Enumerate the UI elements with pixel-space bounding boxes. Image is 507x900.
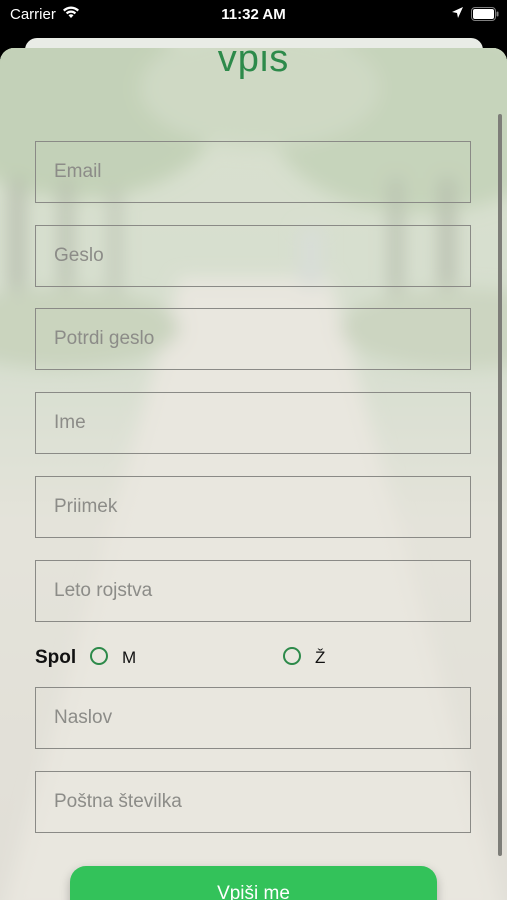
battery-icon — [471, 7, 499, 26]
postal-code-field[interactable] — [35, 771, 471, 833]
register-button[interactable]: Vpiši me — [70, 866, 437, 900]
email-input[interactable] — [36, 142, 470, 202]
gender-z-label: Ž — [315, 648, 326, 667]
registration-sheet: vpis Spol M Ž Vpiši me — [0, 48, 507, 900]
scrollbar[interactable] — [498, 114, 502, 856]
password-input[interactable] — [36, 226, 470, 286]
gender-selector: Spol M Ž — [35, 645, 471, 671]
email-field[interactable] — [35, 141, 471, 203]
password-field[interactable] — [35, 225, 471, 287]
confirm-password-input[interactable] — [36, 309, 470, 369]
last-name-field[interactable] — [35, 476, 471, 538]
confirm-password-field[interactable] — [35, 308, 471, 370]
form-title: vpis — [217, 48, 290, 80]
birth-year-input[interactable] — [36, 561, 470, 621]
location-arrow-icon — [451, 6, 464, 24]
first-name-input[interactable] — [36, 393, 470, 453]
address-input[interactable] — [36, 688, 470, 748]
gender-z-radio[interactable] — [283, 647, 301, 665]
status-bar: Carrier 11:32 AM — [0, 0, 507, 30]
birth-year-field[interactable] — [35, 560, 471, 622]
clock: 11:32 AM — [221, 6, 286, 23]
gender-m-label: M — [122, 648, 137, 667]
gender-m-radio[interactable] — [90, 647, 108, 665]
postal-code-input[interactable] — [36, 772, 470, 832]
gender-label: Spol — [35, 647, 77, 668]
last-name-input[interactable] — [36, 477, 470, 537]
first-name-field[interactable] — [35, 392, 471, 454]
address-field[interactable] — [35, 687, 471, 749]
